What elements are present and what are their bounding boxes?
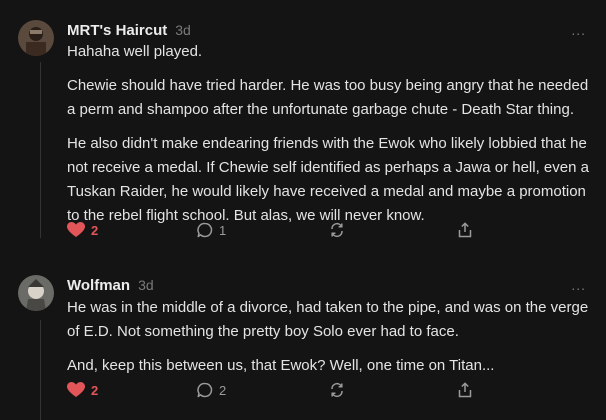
restack-button[interactable] [329, 222, 345, 238]
speech-bubble-icon [197, 222, 213, 238]
avatar[interactable] [18, 275, 54, 311]
heart-icon [67, 382, 85, 397]
timestamp: 3d [138, 277, 154, 293]
like-button[interactable]: 2 [67, 222, 98, 238]
comment-actions: 2 1 [67, 222, 487, 244]
restack-icon [331, 382, 343, 398]
restack-icon [331, 222, 343, 238]
reply-button[interactable]: 1 [197, 222, 226, 238]
more-options-button[interactable]: ... [571, 22, 586, 38]
restack-button[interactable] [329, 382, 345, 398]
comment-paragraph: He also didn't make endearing friends wi… [67, 135, 589, 224]
more-options-button[interactable]: ... [571, 277, 586, 293]
share-button[interactable] [457, 222, 473, 238]
comment-paragraph: He was in the middle of a divorce, had t… [67, 299, 589, 340]
comment-body: Hahaha well played. Chewie should have t… [67, 40, 593, 238]
timestamp: 3d [175, 22, 191, 38]
comment-paragraph: Chewie should have tried harder. He was … [67, 77, 589, 118]
reply-button[interactable]: 2 [197, 382, 226, 398]
speech-bubble-icon [197, 382, 213, 398]
share-icon [458, 222, 472, 238]
like-count: 2 [91, 382, 99, 398]
avatar[interactable] [18, 20, 54, 56]
comment-1: MRT's Haircut 3d ... Hahaha well played.… [0, 0, 606, 250]
heart-icon [67, 222, 85, 237]
comment-paragraph: Hahaha well played. [67, 43, 203, 60]
author-name[interactable]: MRT's Haircut [67, 22, 167, 39]
share-button[interactable] [457, 382, 473, 398]
comment-2: Wolfman 3d ... He was in the middle of a… [0, 250, 606, 420]
share-icon [458, 382, 472, 398]
author-name[interactable]: Wolfman [67, 277, 130, 294]
comment-body: He was in the middle of a divorce, had t… [67, 296, 593, 388]
reply-count: 1 [219, 222, 227, 238]
like-button[interactable]: 2 [67, 382, 98, 398]
comment-paragraph: And, keep this between us, that Ewok? We… [67, 357, 495, 374]
comment-actions: 2 2 [67, 382, 487, 404]
reply-count: 2 [219, 382, 227, 398]
like-count: 2 [91, 222, 99, 238]
